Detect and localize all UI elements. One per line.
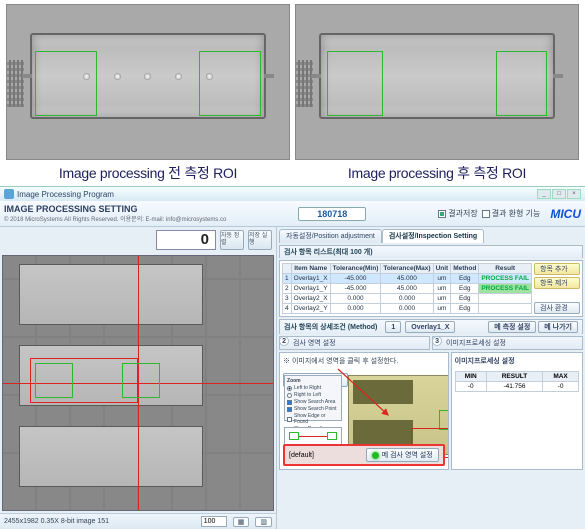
close-button[interactable]: × — [567, 189, 581, 199]
status-chip[interactable]: ▥ — [255, 517, 272, 527]
image-after — [295, 4, 579, 160]
auto-align-button[interactable]: 자동 정렬 — [220, 230, 244, 250]
config-button[interactable]: 검사 환경 — [534, 302, 580, 314]
caption-after: Image processing 후 측정 ROI — [295, 163, 579, 186]
measure-setting-button[interactable]: 메 측정 설정 — [488, 321, 536, 333]
tab-inspection-setting[interactable]: 검사설정/Inspection Setting — [382, 229, 484, 243]
lower-row: ※ 이미지에서 영역을 클릭 후 설정한다. 검사 영역 설정 Zoom Lef… — [279, 352, 583, 470]
result-table: MIN RESULT MAX -0 -41.756 -0 — [455, 371, 579, 392]
roi-box — [199, 51, 261, 116]
roi-box[interactable] — [35, 363, 73, 399]
roi-box[interactable] — [122, 363, 160, 399]
exit-button[interactable]: 메 나가기 — [538, 321, 578, 333]
save-run-button[interactable]: 저장 실행 — [248, 230, 272, 250]
caption-row: Image processing 전 측정 ROI Image processi… — [0, 160, 585, 186]
set-search-area-button-2[interactable]: 메 검사 영역 설정 — [366, 448, 439, 462]
step-2-header: 2 검사 영역 설정 — [279, 336, 430, 350]
reopen-checkbox[interactable]: 결과 환형 기능 — [482, 208, 541, 219]
opt-edge-check[interactable]: Show Edge or Found — [287, 413, 339, 425]
image-before — [6, 4, 290, 160]
top-image-row — [0, 0, 585, 160]
status-chip[interactable]: ▦ — [233, 517, 250, 527]
viewer-statusbar: 2455x1982 0.35X 8-bit image 151 ▦ ▥ — [0, 513, 276, 529]
minimize-button[interactable]: _ — [537, 189, 551, 199]
dir-lr-radio[interactable]: Left to Right — [287, 385, 339, 391]
tab-position-adjustment[interactable]: 자동설정/Position adjustment — [279, 229, 382, 243]
caption-before: Image processing 전 측정 ROI — [6, 163, 290, 186]
grid-row[interactable]: 2Overlay1_Y -45.00045.000 umEdg PROCESS … — [283, 284, 532, 294]
method-panel-header: 검사 항목의 상세조건 (Method) 1 Overlay1_X 메 측정 설… — [279, 319, 583, 334]
opt-area-check[interactable]: Show Search Area — [287, 399, 339, 405]
zoom-input[interactable] — [201, 516, 227, 527]
image-viewer[interactable] — [2, 255, 274, 511]
toolbar: IMAGE PROCESSING SETTING © 2018 MicroSys… — [0, 201, 585, 227]
settings-tabs: 자동설정/Position adjustment 검사설정/Inspection… — [279, 229, 583, 243]
proc-title: 이미지프로세싱 설정 — [455, 356, 579, 366]
preview-roi[interactable] — [439, 410, 449, 430]
item-name-field[interactable]: Overlay1_X — [405, 321, 455, 333]
app-icon — [4, 189, 14, 199]
result-value: -41.756 — [486, 382, 542, 392]
maximize-button[interactable]: □ — [552, 189, 566, 199]
arrow-icon — [334, 365, 394, 425]
counter-bar: 0 자동 정렬 저장 실행 — [0, 227, 276, 253]
max-value: -0 — [543, 382, 579, 392]
search-area-panel: ※ 이미지에서 영역을 클릭 후 설정한다. 검사 영역 설정 Zoom Lef… — [279, 352, 449, 470]
roi-box — [327, 51, 383, 116]
highlighted-action-bar: [default] 메 검사 영역 설정 — [283, 444, 445, 466]
recipe-field[interactable]: 180718 — [298, 207, 366, 221]
toolbar-title: IMAGE PROCESSING SETTING — [4, 204, 226, 214]
window-title: Image Processing Program — [17, 190, 114, 199]
image-info: 2455x1982 0.35X 8-bit image 151 — [4, 518, 109, 525]
grid-row[interactable]: 3Overlay2_X 0.0000.000 umEdg — [283, 294, 532, 304]
min-value: -0 — [455, 382, 486, 392]
counter-display: 0 — [156, 230, 216, 250]
grid-row[interactable]: 1Overlay1_X -45.00045.000 umEdg PROCESS … — [283, 274, 532, 284]
settings-pane: 자동설정/Position adjustment 검사설정/Inspection… — [277, 227, 585, 529]
save-checkbox[interactable]: 결과저장 — [438, 208, 477, 219]
step-badge: 1 — [385, 321, 401, 333]
status-led-icon — [372, 452, 379, 459]
del-item-button[interactable]: 항목 제거 — [534, 277, 580, 289]
app-window: Image Processing Program _ □ × IMAGE PRO… — [0, 186, 585, 528]
roi-box — [35, 51, 97, 116]
toolbar-subtitle: © 2018 MicroSystems All Rights Reserved.… — [4, 214, 226, 223]
step-bar: 2 검사 영역 설정 3 이미지프로세싱 설정 — [279, 336, 583, 350]
step-3-header: 3 이미지프로세싱 설정 — [432, 336, 583, 350]
inspection-grid[interactable]: Item Name Tolerance(Min) Tolerance(Max) … — [282, 263, 532, 314]
roi-box — [496, 51, 547, 116]
viewer-pane: 0 자동 정렬 저장 실행 2455x1982 0.35X 8-bit imag… — [0, 227, 277, 529]
processing-setting-panel: 이미지프로세싱 설정 MIN RESULT MAX -0 -41.756 -0 — [451, 352, 583, 470]
default-label: [default] — [289, 452, 314, 459]
grid-row[interactable]: 4Overlay2_Y 0.0000.000 umEdg — [283, 304, 532, 314]
opt-point-check[interactable]: Show Search Point — [287, 406, 339, 412]
dir-rl-radio[interactable]: Right to Left — [287, 392, 339, 398]
window-titlebar[interactable]: Image Processing Program _ □ × — [0, 187, 585, 201]
inspection-list-header: 검사 항목 리스트(최대 100 개) — [279, 245, 583, 258]
add-item-button[interactable]: 항목 추가 — [534, 263, 580, 275]
brand-logo: MICU — [550, 207, 581, 221]
workspace: 0 자동 정렬 저장 실행 2455x1982 0.35X 8-bit imag… — [0, 227, 585, 529]
